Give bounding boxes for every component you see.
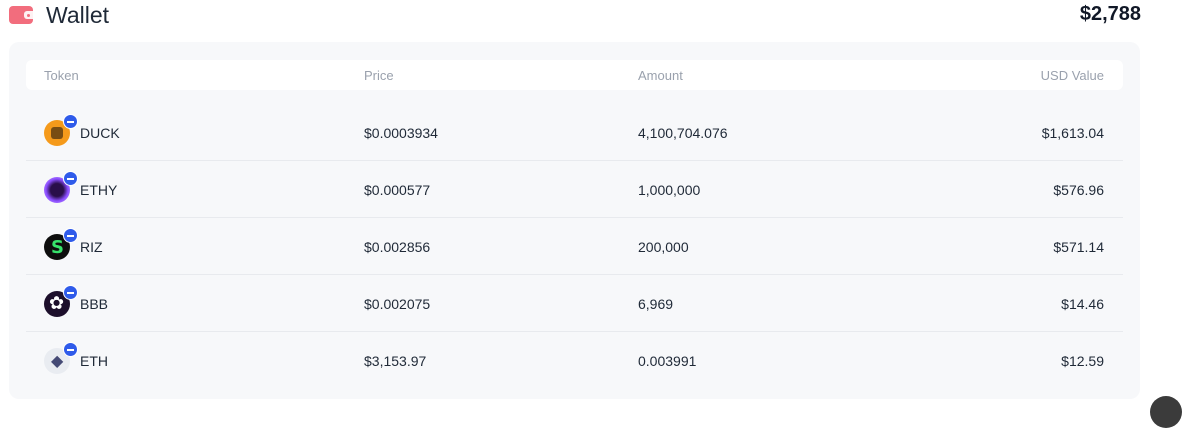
wallet-total-value: $2,788: [1079, 3, 1141, 25]
token-price: $0.000577: [364, 182, 431, 198]
column-header-token[interactable]: Token: [44, 68, 79, 83]
token-symbol: DUCK: [80, 125, 120, 141]
token-price: $0.0003934: [364, 125, 438, 141]
chain-badge-icon: [63, 285, 78, 300]
chain-badge-icon: [63, 114, 78, 129]
token-symbol: BBB: [80, 296, 109, 312]
token-price: $3,153.97: [364, 353, 427, 369]
token-price: $0.002856: [364, 239, 431, 255]
token-amount: 4,100,704.076: [638, 125, 728, 141]
chain-badge-icon: [63, 342, 78, 357]
wallet-header: Wallet $2,788: [0, 0, 1199, 36]
avatar[interactable]: [1150, 396, 1182, 428]
token-symbol: ETHY: [80, 182, 118, 198]
table-row[interactable]: BBB $0.002075 6,969 $14.46: [26, 275, 1123, 332]
table-row[interactable]: ETH $3,153.97 0.003991 $12.59: [26, 332, 1123, 389]
token-usd-value: $12.59: [1061, 353, 1104, 369]
wallet-icon: [9, 6, 33, 24]
column-header-price[interactable]: Price: [364, 68, 394, 83]
token-price: $0.002075: [364, 296, 431, 312]
token-amount: 1,000,000: [638, 182, 701, 198]
table-row[interactable]: DUCK $0.0003934 4,100,704.076 $1,613.04: [26, 104, 1123, 161]
table-row[interactable]: RIZ $0.002856 200,000 $571.14: [26, 218, 1123, 275]
page-title: Wallet: [46, 2, 110, 28]
token-usd-value: $1,613.04: [1041, 125, 1104, 141]
token-symbol: ETH: [80, 353, 108, 369]
token-amount: 200,000: [638, 239, 689, 255]
token-amount: 0.003991: [638, 353, 697, 369]
token-amount: 6,969: [638, 296, 674, 312]
token-symbol: RIZ: [80, 239, 103, 255]
table-header: Token Price Amount USD Value: [26, 60, 1123, 90]
table-row[interactable]: ETHY $0.000577 1,000,000 $576.96: [26, 161, 1123, 218]
column-header-usd-value[interactable]: USD Value: [1041, 68, 1104, 83]
chain-badge-icon: [63, 228, 78, 243]
token-usd-value: $571.14: [1053, 239, 1104, 255]
token-usd-value: $576.96: [1053, 182, 1104, 198]
chain-badge-icon: [63, 171, 78, 186]
token-usd-value: $14.46: [1061, 296, 1104, 312]
column-header-amount[interactable]: Amount: [638, 68, 683, 83]
